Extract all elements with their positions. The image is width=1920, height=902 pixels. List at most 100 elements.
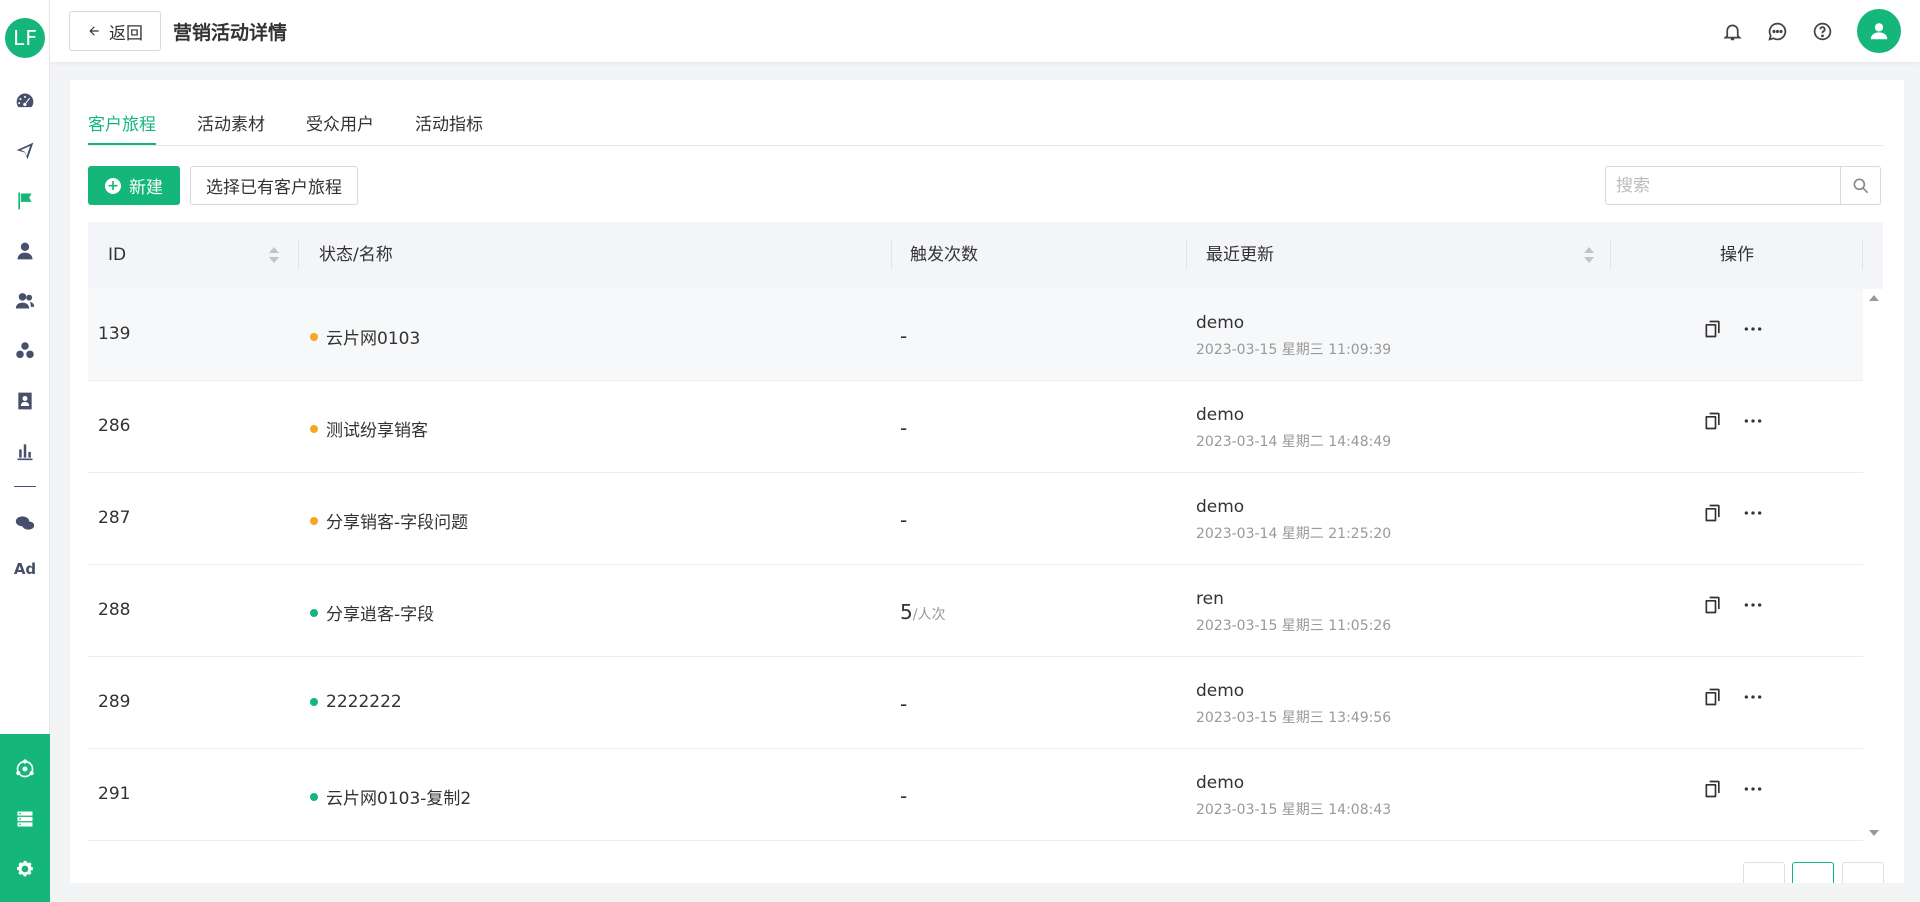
message-icon[interactable]: [1765, 19, 1789, 43]
user-icon[interactable]: [12, 238, 38, 264]
row-id: 286: [98, 416, 131, 436]
row-updated-by: demo: [1196, 313, 1245, 333]
wechat-icon[interactable]: [12, 510, 38, 536]
table-row[interactable]: 289 2222222 - demo 2023-03-15 星期三 13:49:56: [88, 657, 1863, 749]
row-status-name[interactable]: 云片网0103-复制2: [310, 784, 471, 809]
journey-name[interactable]: 云片网0103-复制2: [326, 784, 471, 809]
tab-campaign-metrics[interactable]: 活动指标: [415, 110, 483, 143]
page-title: 营销活动详情: [173, 22, 288, 44]
journey-name[interactable]: 分享逍客-字段: [326, 600, 434, 625]
table-scrollbar[interactable]: [1865, 289, 1883, 842]
network-icon[interactable]: [12, 756, 38, 782]
row-actions: [1703, 779, 1763, 799]
tab-campaign-materials[interactable]: 活动素材: [197, 110, 265, 143]
bar-chart-icon[interactable]: [12, 438, 38, 464]
search-input[interactable]: [1606, 167, 1840, 204]
users-icon[interactable]: [12, 288, 38, 314]
column-header-last-updated[interactable]: 最近更新: [1206, 222, 1274, 289]
scroll-down-arrow-icon[interactable]: [1869, 830, 1879, 836]
more-icon[interactable]: [1743, 687, 1763, 707]
table-row[interactable]: 286 测试纷享销客 - demo 2023-03-14 星期二 14:48:49: [88, 381, 1863, 473]
send-icon[interactable]: [12, 138, 38, 164]
sort-id-icon[interactable]: [269, 247, 279, 265]
row-status-name[interactable]: 分享逍客-字段: [310, 600, 434, 625]
row-id: 287: [98, 508, 131, 528]
sidebar-divider: [14, 486, 36, 487]
dashboard-icon[interactable]: [12, 88, 38, 114]
column-divider: [1186, 240, 1187, 270]
more-icon[interactable]: [1743, 595, 1763, 615]
pager-prev-button[interactable]: [1743, 862, 1785, 883]
scroll-up-arrow-icon[interactable]: [1869, 295, 1879, 301]
select-existing-journey-button[interactable]: 选择已有客户旅程: [190, 166, 358, 205]
trigger-count-value: -: [900, 416, 908, 440]
server-icon[interactable]: [12, 806, 38, 832]
bell-icon[interactable]: [1720, 19, 1744, 43]
pager-page-button[interactable]: [1792, 862, 1834, 883]
copy-icon[interactable]: [1703, 595, 1723, 615]
column-header-trigger-count: 触发次数: [910, 245, 978, 265]
table-row[interactable]: 288 分享逍客-字段 5/人次 ren 2023-03-15 星期三 11:05:26: [88, 565, 1863, 657]
table-row[interactable]: 287 分享销客-字段问题 - demo 2023-03-14 星期二 21:25:20: [88, 473, 1863, 565]
plus-circle-icon: +: [105, 177, 121, 194]
row-status-name[interactable]: 云片网0103: [310, 324, 420, 349]
status-dot: [310, 608, 318, 617]
copy-icon[interactable]: [1703, 687, 1723, 707]
copy-icon[interactable]: [1703, 411, 1723, 431]
copy-icon[interactable]: [1703, 779, 1723, 799]
row-updated-by: demo: [1196, 405, 1245, 425]
search-button[interactable]: [1840, 167, 1880, 204]
journey-name[interactable]: 测试纷享销客: [326, 416, 428, 441]
new-button[interactable]: + 新建: [88, 166, 180, 205]
sidebar-bottom-panel: [0, 734, 50, 902]
row-updated-by: demo: [1196, 681, 1245, 701]
new-button-label: 新建: [129, 178, 163, 198]
row-trigger-count: -: [900, 324, 907, 348]
status-dot: [310, 332, 318, 341]
app-logo[interactable]: LF: [5, 18, 45, 58]
row-updated-time: 2023-03-15 星期三 14:08:43: [1196, 802, 1392, 818]
sort-updated-icon[interactable]: [1584, 247, 1594, 265]
row-trigger-count: -: [900, 692, 907, 716]
more-icon[interactable]: [1743, 503, 1763, 523]
back-button[interactable]: 返回: [69, 11, 161, 51]
journey-name[interactable]: 分享销客-字段问题: [326, 508, 468, 533]
copy-icon[interactable]: [1703, 503, 1723, 523]
table-row[interactable]: 291 云片网0103-复制2 - demo 2023-03-15 星期三 14:08:…: [88, 749, 1863, 841]
help-icon[interactable]: [1810, 19, 1834, 43]
row-id: 289: [98, 692, 131, 712]
row-updated-time: 2023-03-15 星期三 11:09:39: [1196, 342, 1392, 358]
row-status-name[interactable]: 2222222: [310, 692, 402, 712]
row-updated-time: 2023-03-15 星期三 13:49:56: [1196, 710, 1392, 726]
copy-icon[interactable]: [1703, 319, 1723, 339]
column-divider: [891, 240, 892, 270]
row-updated-by: demo: [1196, 497, 1245, 517]
settings-icon[interactable]: [12, 856, 38, 882]
tab-audience-users[interactable]: 受众用户: [306, 110, 374, 143]
ad-icon[interactable]: Ad: [12, 560, 38, 578]
contact-card-icon[interactable]: [12, 388, 38, 414]
row-status-name[interactable]: 分享销客-字段问题: [310, 508, 468, 533]
journey-name[interactable]: 2222222: [326, 692, 402, 712]
table-row[interactable]: 139 云片网0103 - demo 2023-03-15 星期三 11:09:39: [88, 289, 1863, 381]
more-icon[interactable]: [1743, 779, 1763, 799]
row-actions: [1703, 319, 1763, 339]
row-trigger-count: -: [900, 416, 907, 440]
main-card: 客户旅程 活动素材 受众用户 活动指标 + 新建 选择已有客户旅程 ID 状态/…: [70, 80, 1904, 883]
tab-customer-journey[interactable]: 客户旅程: [88, 110, 156, 145]
column-header-id[interactable]: ID: [108, 222, 126, 289]
more-icon[interactable]: [1743, 319, 1763, 339]
journey-name[interactable]: 云片网0103: [326, 324, 420, 349]
column-divider: [298, 240, 299, 270]
journey-table: ID 状态/名称 触发次数 最近更新 操作 139 云片网0103 - demo 202…: [88, 222, 1883, 841]
row-actions: [1703, 503, 1763, 523]
table-header: ID 状态/名称 触发次数 最近更新 操作: [88, 222, 1883, 289]
user-avatar[interactable]: [1857, 9, 1901, 53]
row-status-name[interactable]: 测试纷享销客: [310, 416, 428, 441]
more-icon[interactable]: [1743, 411, 1763, 431]
segments-icon[interactable]: [12, 338, 38, 364]
pager-next-button[interactable]: [1842, 862, 1884, 883]
flag-icon[interactable]: [12, 188, 38, 214]
row-actions: [1703, 411, 1763, 431]
row-id: 288: [98, 600, 131, 620]
